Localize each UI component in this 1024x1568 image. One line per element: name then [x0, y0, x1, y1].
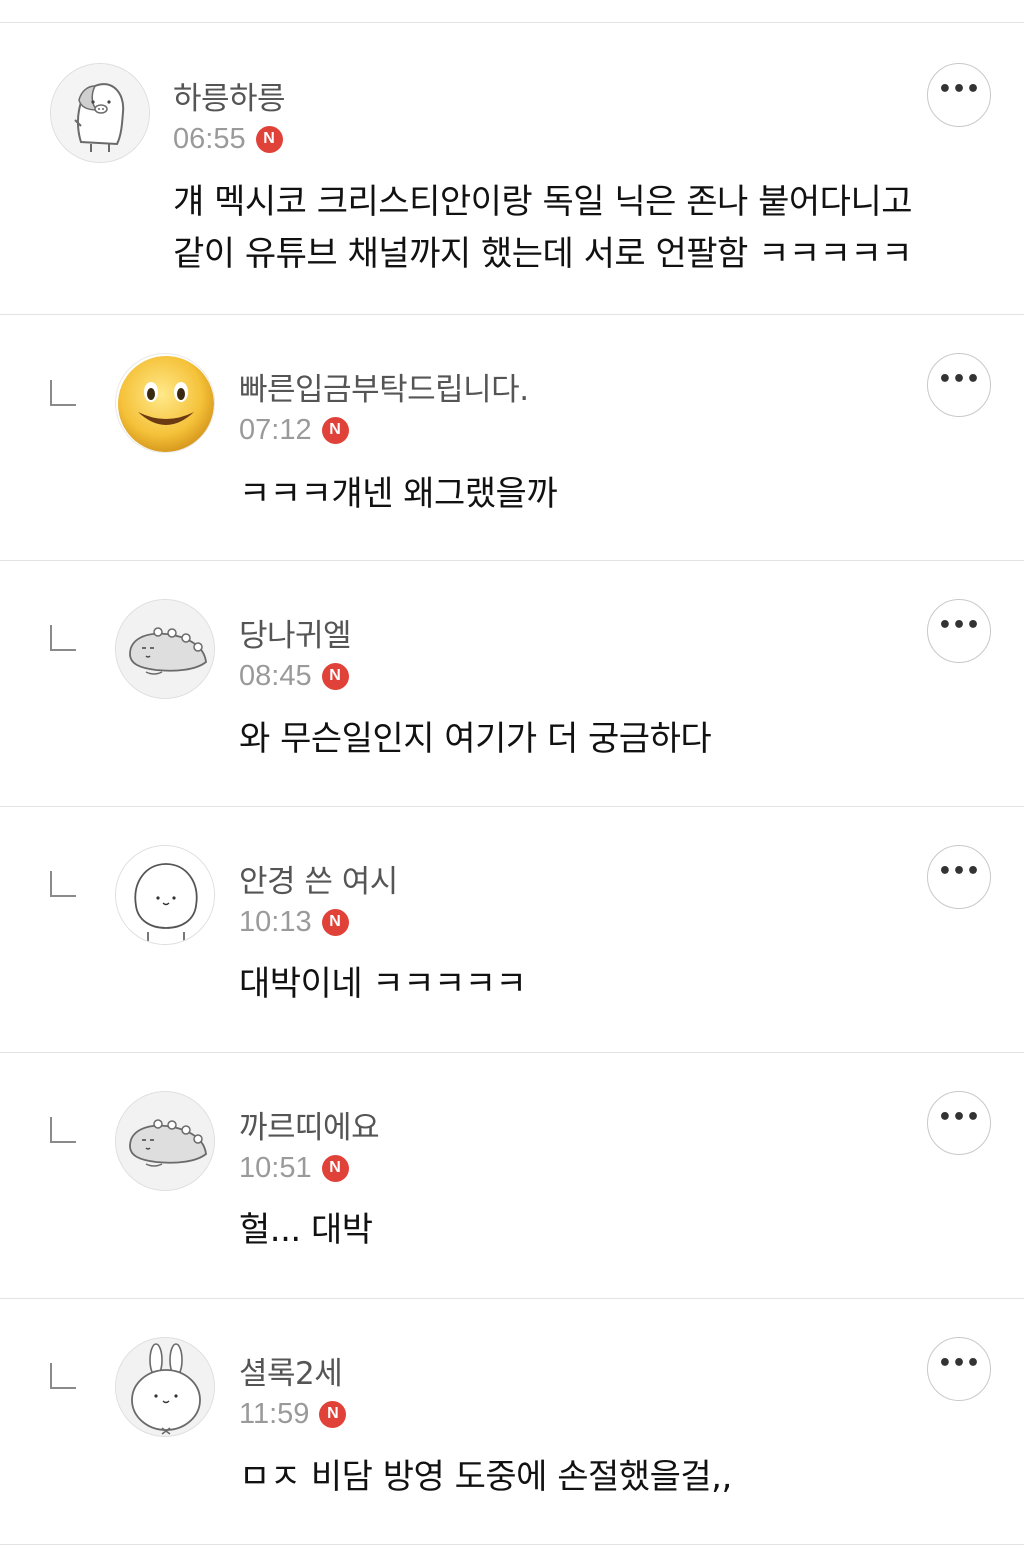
comment-text: 헐... 대박 [239, 1210, 373, 1250]
comment-meta: 10:13 N [239, 905, 349, 939]
more-options-button[interactable]: ••• [927, 1337, 991, 1401]
new-badge: N [255, 125, 283, 153]
reply-arrow-icon [50, 1117, 76, 1143]
comment-meta: 10:51 N [239, 1151, 349, 1185]
bunny-avatar[interactable] [115, 1337, 215, 1437]
new-badge: N [319, 1400, 347, 1428]
reply-arrow-icon [50, 380, 76, 406]
nickname[interactable]: 안경 쓴 여시 [239, 856, 398, 901]
blob-face-avatar[interactable] [115, 845, 215, 945]
comment-text: 대박이네 ㅋㅋㅋㅋㅋ [239, 964, 527, 1004]
nickname[interactable]: 셜록2세 [239, 1348, 343, 1393]
timestamp: 08:45 [239, 659, 312, 692]
nickname[interactable]: 빠른입금부탁드립니다. [239, 364, 529, 409]
nickname[interactable]: 까르띠에요 [239, 1102, 380, 1147]
timestamp: 10:13 [239, 905, 312, 938]
new-badge: N [321, 662, 349, 690]
reply-item: 안경 쓴 여시 10:13 N 대박이네 ㅋㅋㅋㅋㅋ ••• [0, 807, 1024, 1053]
more-dots-icon: ••• [937, 367, 981, 392]
more-options-button[interactable]: ••• [927, 845, 991, 909]
dinosaur-avatar[interactable] [115, 1091, 215, 1191]
timestamp: 07:12 [239, 413, 312, 446]
timestamp: 11:59 [239, 1397, 310, 1430]
reply-item: 빠른입금부탁드립니다. 07:12 N ㅋㅋㅋ걔넨 왜그랬을까 ••• [0, 315, 1024, 561]
smiley-avatar[interactable] [115, 353, 215, 453]
more-dots-icon: ••• [937, 859, 981, 884]
comment-meta: 08:45 N [239, 659, 349, 693]
timestamp: 06:55 [173, 122, 246, 155]
comment-text: ㅁㅈ 비담 방영 도중에 손절했을걸,, [239, 1457, 732, 1497]
comment-item: 하릉하릉 06:55 N 걔 멕시코 크리스티안이랑 독일 닉은 존나 붙어다니… [0, 23, 1024, 315]
more-options-button[interactable]: ••• [927, 63, 991, 127]
reply-item: 까르띠에요 10:51 N 헐... 대박 ••• [0, 1053, 1024, 1299]
more-options-button[interactable]: ••• [927, 353, 991, 417]
comment-text: ㅋㅋㅋ걔넨 왜그랬을까 [239, 474, 558, 514]
reply-item: 셜록2세 11:59 N ㅁㅈ 비담 방영 도중에 손절했을걸,, ••• [0, 1299, 1024, 1545]
new-badge: N [321, 1154, 349, 1182]
more-dots-icon: ••• [937, 77, 981, 102]
new-badge: N [321, 908, 349, 936]
reply-arrow-icon [50, 1363, 76, 1389]
timestamp: 10:51 [239, 1151, 312, 1184]
comment-meta: 06:55 N [173, 122, 283, 156]
more-dots-icon: ••• [937, 613, 981, 638]
comment-text: 걔 멕시코 크리스티안이랑 독일 닉은 존나 붙어다니고 같이 유튜브 채널까지… [173, 182, 913, 274]
more-dots-icon: ••• [937, 1351, 981, 1376]
more-options-button[interactable]: ••• [927, 1091, 991, 1155]
nickname[interactable]: 당나귀엘 [239, 610, 352, 655]
comment-text: 와 무슨일인지 여기가 더 궁금하다 [239, 719, 712, 759]
more-options-button[interactable]: ••• [927, 599, 991, 663]
reply-item: 당나귀엘 08:45 N 와 무슨일인지 여기가 더 궁금하다 ••• [0, 561, 1024, 807]
reply-arrow-icon [50, 625, 76, 651]
nickname[interactable]: 하릉하릉 [173, 73, 286, 118]
dinosaur-avatar[interactable] [115, 599, 215, 699]
comment-meta: 11:59 N [239, 1397, 347, 1431]
new-badge: N [321, 416, 349, 444]
more-dots-icon: ••• [937, 1105, 981, 1130]
penguin-pig-avatar[interactable] [50, 63, 150, 163]
reply-arrow-icon [50, 871, 76, 897]
comment-meta: 07:12 N [239, 413, 349, 447]
